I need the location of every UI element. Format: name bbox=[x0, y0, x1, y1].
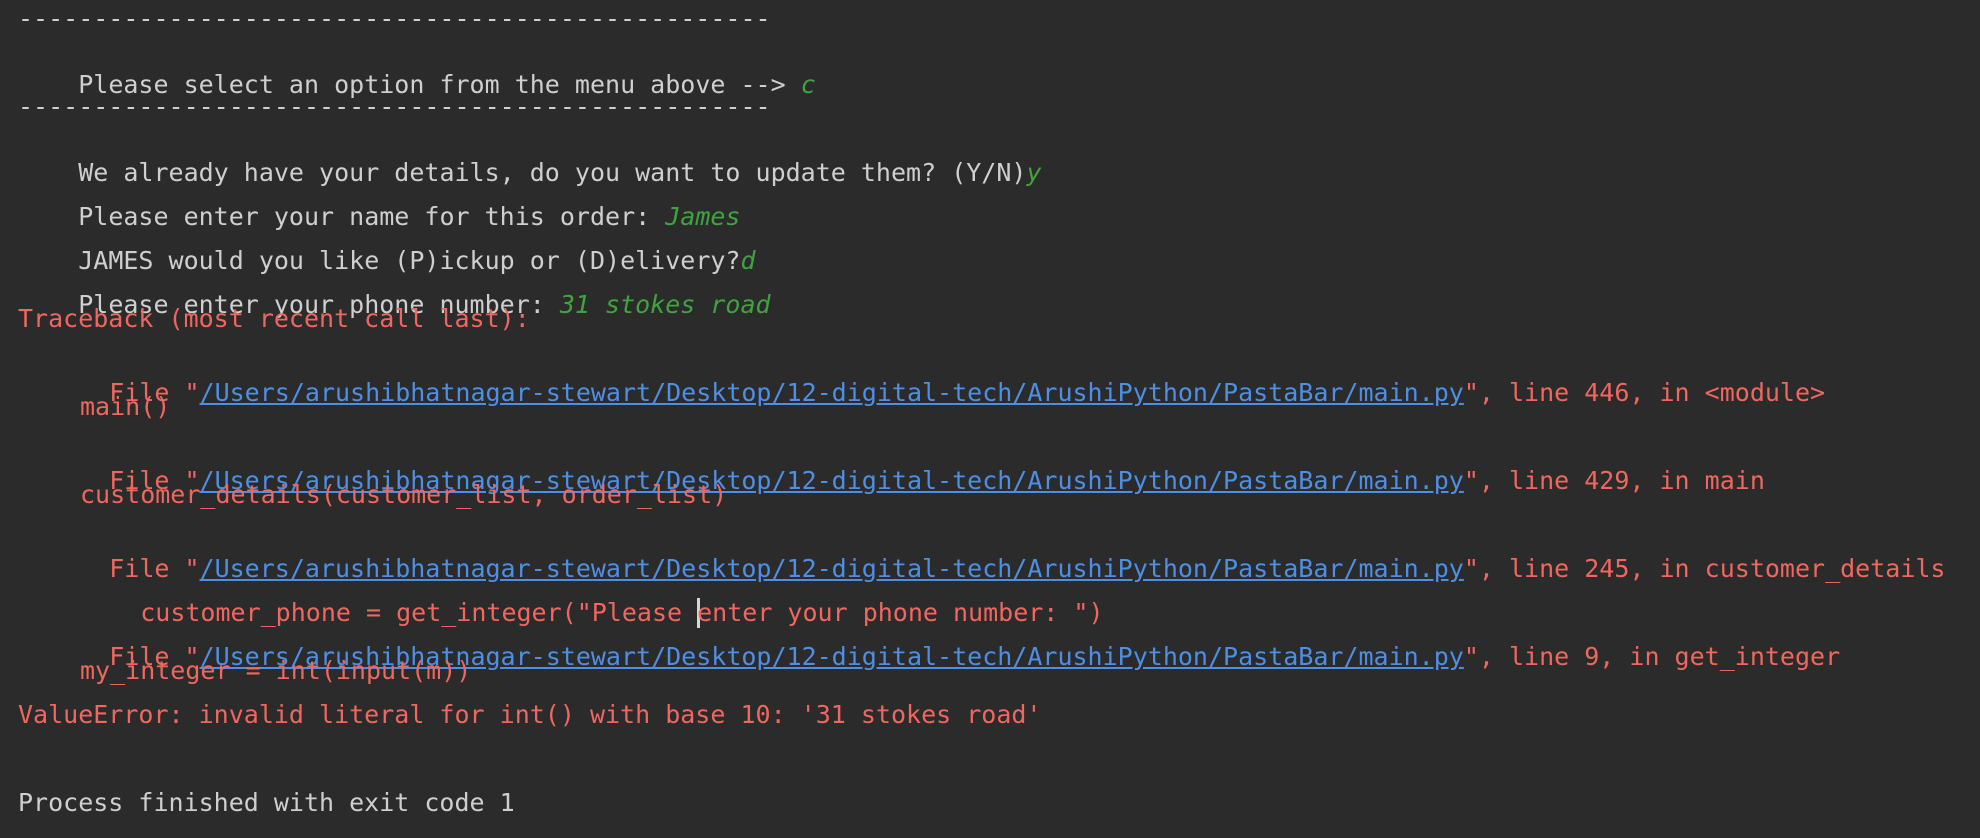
menu-prompt-line: Please select an option from the menu ab… bbox=[18, 40, 816, 99]
frame-suffix: ", line 245, in customer_details bbox=[1463, 554, 1946, 583]
run-console-output[interactable]: ----------------------------------------… bbox=[0, 0, 1980, 838]
frame-suffix: ", line 429, in main bbox=[1463, 466, 1765, 495]
separator-line: ----------------------------------------… bbox=[18, 4, 771, 33]
update-prompt-line: We already have your details, do you wan… bbox=[18, 128, 1041, 187]
phone-prompt-line: Please enter your phone number: 31 stoke… bbox=[18, 260, 770, 319]
frame-suffix: ", line 9, in get_integer bbox=[1463, 642, 1841, 671]
frame-code-line: customer_details(customer_list, order_li… bbox=[80, 480, 728, 509]
separator-line: ----------------------------------------… bbox=[18, 92, 771, 121]
name-prompt-line: Please enter your name for this order: J… bbox=[18, 172, 740, 231]
update-user-input: y bbox=[1026, 158, 1042, 187]
traceback-frame-2: File "/Users/arushibhatnagar-stewart/Des… bbox=[49, 436, 1765, 495]
frame-suffix: ", line 446, in <module> bbox=[1463, 378, 1826, 407]
frame-code-line: my_integer = int(input(m)) bbox=[80, 656, 472, 685]
menu-user-input: c bbox=[800, 70, 816, 99]
delivery-prompt-line: JAMES would you like (P)ickup or (D)eliv… bbox=[18, 216, 755, 275]
frame-file-link[interactable]: /Users/arushibhatnagar-stewart/Desktop/1… bbox=[200, 378, 1464, 407]
frame-code-line: customer_phone = get_integer("Please ent… bbox=[80, 568, 1104, 628]
traceback-frame-3: File "/Users/arushibhatnagar-stewart/Des… bbox=[49, 524, 1945, 583]
error-message: ValueError: invalid literal for int() wi… bbox=[18, 700, 1042, 729]
exit-message: Process finished with exit code 1 bbox=[18, 788, 515, 817]
phone-user-input: 31 stokes road bbox=[559, 290, 771, 319]
traceback-header: Traceback (most recent call last): bbox=[18, 304, 530, 333]
frame-code-line: main() bbox=[80, 392, 171, 421]
traceback-frame-1: File "/Users/arushibhatnagar-stewart/Des… bbox=[49, 348, 1825, 407]
traceback-frame-4: File "/Users/arushibhatnagar-stewart/Des… bbox=[49, 612, 1840, 671]
